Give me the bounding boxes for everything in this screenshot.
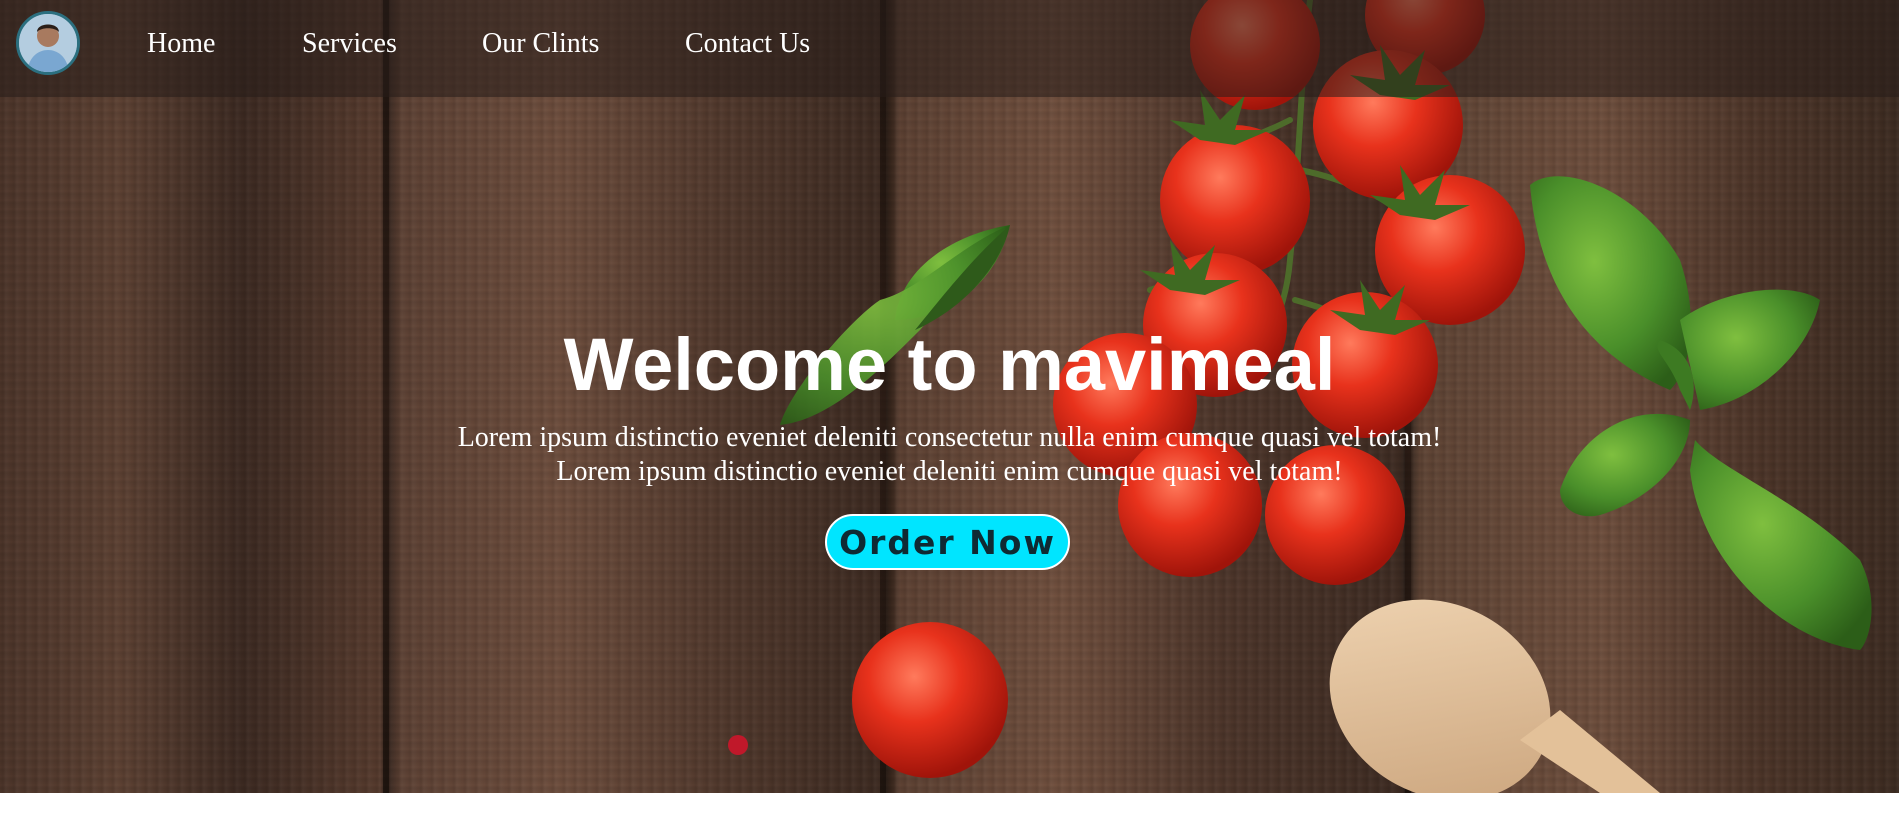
nav-link-services[interactable]: Services [302,28,397,60]
hero-title: Welcome to mavimeal [563,323,1336,406]
hero-text-line-1: Lorem ipsum distinctio eveniet deleniti … [457,422,1442,453]
nav-link-our-clints[interactable]: Our Clints [482,28,599,60]
wooden-spoon [1329,599,1660,793]
order-now-button[interactable]: Order Now [825,514,1070,570]
nav-link-home[interactable]: Home [147,28,215,60]
nav-link-contact-us[interactable]: Contact Us [685,28,810,60]
top-navbar: Home Services Our Clints Contact Us [0,0,1899,97]
user-avatar-icon [19,14,77,72]
avatar[interactable] [16,11,80,75]
hero-text-line-2: Lorem ipsum distinctio eveniet deleniti … [556,456,1343,487]
